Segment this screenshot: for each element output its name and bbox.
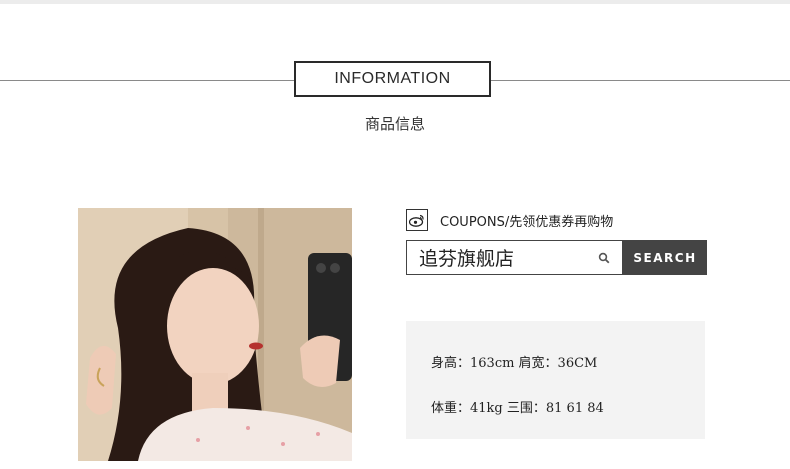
coupon-text[interactable]: COUPONS/先领优惠券再购物	[440, 211, 613, 230]
coupon-row[interactable]: COUPONS/先领优惠券再购物	[406, 208, 613, 232]
top-strip	[0, 0, 790, 4]
store-search: 追芬旗舰店 SEARCH	[406, 240, 707, 275]
weibo-icon[interactable]	[406, 209, 428, 231]
information-title: INFORMATION	[294, 61, 491, 97]
search-input-value[interactable]: 追芬旗舰店	[419, 244, 514, 271]
model-height-shoulder: 身高：163cm 肩宽：36CM	[431, 356, 598, 371]
search-button[interactable]: SEARCH	[623, 240, 707, 275]
model-photo-illustration	[78, 208, 352, 461]
model-weight-measurements: 体重：41kg 三围：81 61 84	[431, 401, 604, 416]
model-measurements-panel: 身高：163cm 肩宽：36CM 体重：41kg 三围：81 61 84	[406, 321, 705, 439]
model-photo	[78, 208, 352, 461]
search-input[interactable]: 追芬旗舰店	[406, 240, 623, 275]
search-icon[interactable]	[598, 252, 610, 264]
information-subtitle: 商品信息	[364, 115, 425, 133]
